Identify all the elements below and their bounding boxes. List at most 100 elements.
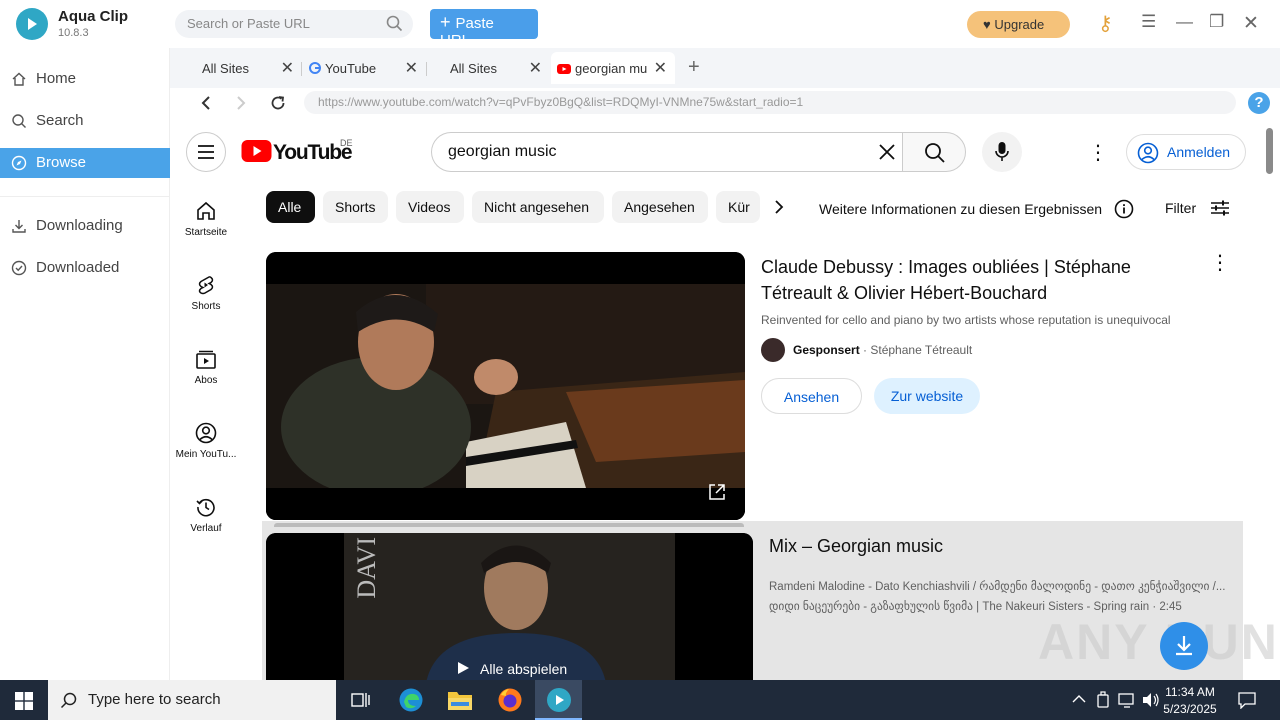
guide-item-verlauf[interactable]: Verlauf [172,496,240,534]
thumbnail-image [266,252,745,520]
windows-start-icon[interactable] [15,692,33,710]
tab-close-icon[interactable]: ✕ [654,58,667,78]
account-icon [1137,142,1159,164]
chip-alle[interactable]: Alle [266,191,315,223]
sponsored-badge: Gesponsert [793,343,860,357]
chevron-right-icon[interactable] [772,199,786,215]
channel-name[interactable]: Stéphane Tétreault [870,343,972,357]
aqua-clip-icon [547,688,571,712]
mix-title[interactable]: Mix – Georgian music [769,536,943,557]
forward-icon[interactable] [234,95,248,111]
chevron-up-icon[interactable] [1072,694,1086,704]
playlist-thumbnail[interactable]: DAVI [266,533,753,680]
app-search-input[interactable]: Search or Paste URL [175,10,413,38]
tab-all-sites[interactable]: All Sites ✕ [202,52,294,84]
browser-tab-bar: All Sites ✕ YouTube ✕ All Sites ✕ georgian … [170,48,1280,88]
tab-georgian-music[interactable]: georgian mu ✕ [551,52,675,84]
mix-track-line[interactable]: დიდი ნაცეურები - გაზაფხულის წვიმა | The … [769,599,1241,613]
tab-close-icon[interactable]: ✕ [281,58,294,78]
chip-shorts[interactable]: Shorts [323,191,388,223]
back-icon[interactable] [199,95,213,111]
close-icon[interactable]: ✕ [1243,12,1259,35]
tab-close-icon[interactable]: ✕ [529,58,542,78]
paste-url-button[interactable]: + Paste URL [430,9,538,49]
youtube-logo-icon[interactable] [241,140,272,162]
watch-button[interactable]: Ansehen [761,378,862,414]
sidebar-item-label: Browse [36,154,87,171]
guide-label: Mein YouTu... [175,449,237,460]
new-tab-icon[interactable]: + [688,56,700,79]
edge-icon[interactable] [398,687,424,713]
download-icon [1176,636,1192,656]
sidebar-item-home[interactable]: Home [0,64,170,94]
watermark: ANY RUN [1038,614,1279,670]
visit-website-button[interactable]: Zur website [874,378,980,414]
maximize-icon[interactable]: ❐ [1209,12,1224,32]
results-info-link[interactable]: Weitere Informationen zu diesen Ergebnis… [819,199,1134,219]
filter-button[interactable]: Filter [1165,199,1230,217]
tab-youtube[interactable]: YouTube ✕ [309,52,418,84]
voice-search-button[interactable] [982,132,1022,172]
guide-item-shorts[interactable]: Shorts [172,274,240,312]
more-vertical-icon[interactable]: ⋮ [1088,140,1108,165]
firefox-icon[interactable] [497,687,523,713]
play-all-label: Alle abspielen [480,661,568,677]
sidebar-item-browse[interactable]: Browse [0,148,170,178]
tab-all-sites[interactable]: All Sites ✕ [450,52,542,84]
file-explorer-icon[interactable] [447,688,473,712]
channel-avatar[interactable] [761,338,785,362]
guide-label: Verlauf [190,523,222,534]
sidebar-item-search[interactable]: Search [0,106,170,136]
reload-icon[interactable] [269,94,287,112]
task-view-icon[interactable] [351,691,371,709]
play-all-button[interactable]: Alle abspielen [456,661,567,677]
taskbar-app-aqua-clip[interactable] [535,680,582,720]
video-title[interactable]: Claude Debussy : Images oubliées | Stéph… [761,254,1206,306]
hamburger-menu-icon[interactable]: ☰ [1141,12,1156,32]
usb-device-icon[interactable] [1096,691,1110,709]
sidebar: Home Search Browse Downloading Downloade… [0,48,170,680]
history-icon [196,498,215,517]
video-thumbnail[interactable] [266,252,745,520]
tab-close-icon[interactable]: ✕ [405,58,418,78]
tab-label: All Sites [450,61,497,76]
key-icon[interactable]: ⚷ [1098,11,1113,36]
clear-search-icon[interactable] [877,142,897,162]
guide-item-mein-youtube[interactable]: Mein YouTu... [172,422,240,460]
upgrade-button[interactable]: ♥ Upgrade [967,11,1070,38]
address-bar-input[interactable]: https://www.youtube.com/watch?v=qPvFbyz0… [304,91,1236,114]
network-icon[interactable] [1118,692,1136,708]
guide-item-abos[interactable]: Abos [172,348,240,386]
chip-kuerzlich[interactable]: Kür [716,191,760,223]
thumbnail-image [266,533,753,680]
notification-icon[interactable] [1238,691,1256,709]
help-icon[interactable]: ? [1248,92,1270,114]
volume-icon[interactable] [1142,692,1160,708]
chip-videos[interactable]: Videos [396,191,464,223]
sidebar-item-downloaded[interactable]: Downloaded [0,253,170,283]
search-icon[interactable] [386,15,403,32]
heart-icon: ♥ [983,17,991,32]
yt-search-button[interactable] [902,132,966,172]
app-name: Aqua Clip [58,8,128,25]
tab-label: YouTube [325,61,377,76]
page-scrollbar[interactable] [1266,128,1273,174]
taskbar-search-input[interactable]: Type here to search [48,680,336,720]
chip-angesehen[interactable]: Angesehen [612,191,708,223]
minimize-icon[interactable]: — [1176,12,1193,32]
external-link-icon[interactable] [708,483,726,501]
download-fab[interactable] [1160,622,1208,670]
compass-icon [11,155,27,171]
sidebar-item-label: Downloaded [36,259,120,276]
mix-track-line[interactable]: Ramdeni Malodine - Dato Kenchiashvili / … [769,579,1241,593]
guide-item-startseite[interactable]: Startseite [172,200,240,238]
sponsored-row: Gesponsert · Stéphane Tétreault [793,343,973,357]
more-vertical-icon[interactable]: ⋮ [1210,250,1230,275]
taskbar-clock[interactable]: 11:34 AM 5/23/2025 [1160,684,1220,718]
chip-nicht-angesehen[interactable]: Nicht angesehen [472,191,604,223]
yt-guide-menu-button[interactable] [186,132,226,172]
yt-search-input[interactable]: georgian music [431,132,903,172]
filter-label: Filter [1165,200,1197,216]
sign-in-button[interactable]: Anmelden [1126,134,1246,170]
sidebar-item-downloading[interactable]: Downloading [0,211,170,241]
